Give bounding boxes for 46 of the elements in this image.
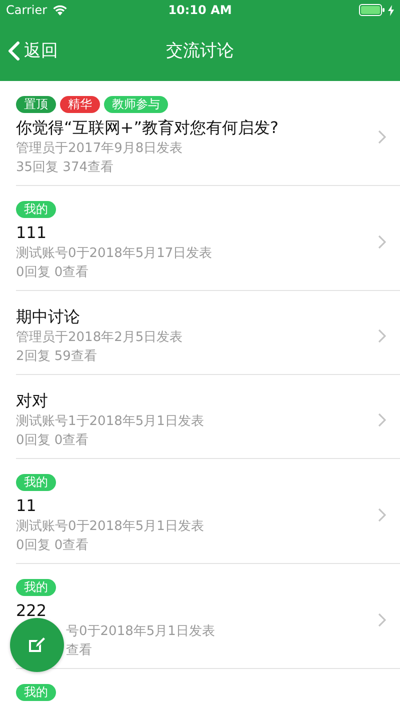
topic-title: 11 xyxy=(16,495,38,517)
topic-title: 对对 xyxy=(16,390,49,412)
topic-tag: 我的 xyxy=(16,579,56,596)
topic-row[interactable]: 我的 11 测试账号0于2018年5月1日发表 0回复 0查看 xyxy=(0,459,400,564)
topic-author-date: 测试账号1于2018年5月1日发表 xyxy=(16,413,205,431)
edit-icon xyxy=(28,637,46,653)
chevron-right-icon xyxy=(378,508,386,522)
topic-tag: 精华 xyxy=(60,96,100,113)
topic-tag: 我的 xyxy=(16,474,56,491)
chevron-right-icon xyxy=(378,612,386,626)
topic-stats: 35回复 374查看 xyxy=(16,159,114,177)
topic-tag: 我的 xyxy=(16,201,56,218)
topic-author-date: 管理员于2017年9月8日发表 xyxy=(16,140,184,158)
charging-icon xyxy=(388,4,394,16)
battery-icon xyxy=(359,4,385,16)
topic-tag: 我的 xyxy=(16,684,56,701)
topic-stats: 0回复 0查看 xyxy=(16,432,90,450)
topic-title: 111 xyxy=(16,222,48,244)
back-chevron-icon xyxy=(8,40,20,60)
topic-author-date: 管理员于2018年2月5日发表 xyxy=(16,329,184,347)
carrier-label: Carrier xyxy=(6,3,48,17)
chevron-right-icon xyxy=(378,413,386,427)
wifi-icon xyxy=(52,4,68,16)
topic-row[interactable]: 期中讨论 管理员于2018年2月5日发表 2回复 59查看 xyxy=(0,291,400,375)
topic-row[interactable]: 对对 测试账号1于2018年5月1日发表 0回复 0查看 xyxy=(0,375,400,459)
topic-tag: 教师参与 xyxy=(104,96,168,113)
status-time: 10:10 AM xyxy=(168,3,232,17)
topic-title: 222 xyxy=(16,600,48,622)
topic-row[interactable]: 我的 222 号0于2018年5月1日发表 查看 xyxy=(0,564,400,669)
topic-tag: 置顶 xyxy=(16,96,56,113)
topic-title: 期中讨论 xyxy=(16,306,81,328)
chevron-right-icon xyxy=(378,329,386,343)
topic-author-date: 测试账号0于2018年5月1日发表 xyxy=(16,518,205,536)
screen-title: 交流讨论 xyxy=(166,40,234,62)
topic-row[interactable]: 我的 111 测试账号0于2018年5月17日发表 0回复 0查看 xyxy=(0,186,400,291)
topic-stats: 查看 xyxy=(66,642,93,660)
topic-stats: 2回复 59查看 xyxy=(16,348,98,366)
chevron-right-icon xyxy=(378,130,386,144)
compose-button[interactable] xyxy=(10,618,64,672)
topic-stats: 0回复 0查看 xyxy=(16,264,90,282)
topic-stats: 0回复 0查看 xyxy=(16,537,90,555)
topic-author-date: 测试账号0于2018年5月17日发表 xyxy=(16,245,214,263)
topic-author-date: 号0于2018年5月1日发表 xyxy=(66,623,216,641)
topic-row[interactable]: 置顶 精华 教师参与 你觉得“互联网+”教育对您有何启发? 管理员于2017年9月8日发表 35回复 374查看 xyxy=(0,81,400,186)
topic-title: 你觉得“互联网+”教育对您有何启发? xyxy=(16,117,280,139)
chevron-right-icon xyxy=(378,234,386,248)
